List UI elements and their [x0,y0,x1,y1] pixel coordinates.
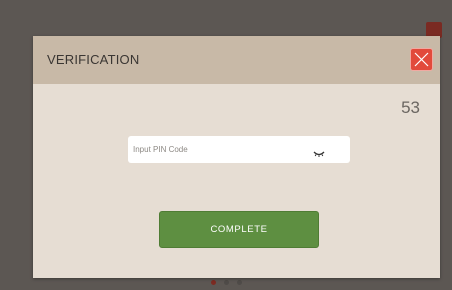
toggle-visibility-button[interactable] [312,144,326,157]
carousel-dots [0,280,452,288]
dialog-header: VERIFICATION [33,36,440,84]
carousel-dot [236,280,242,285]
app-screen: VERIFICATION 53 COMPLETE [0,0,452,290]
carousel-dot [210,280,216,285]
dialog-title: VERIFICATION [47,52,140,67]
pin-field[interactable] [128,136,350,163]
close-icon [414,52,429,67]
verification-dialog: VERIFICATION 53 COMPLETE [33,36,440,278]
complete-button[interactable]: COMPLETE [159,211,319,248]
pin-input[interactable] [133,136,303,163]
carousel-dot [223,280,229,285]
countdown-timer: 53 [401,98,420,117]
eye-closed-icon [313,151,325,157]
close-button[interactable] [410,48,433,71]
background-logo [24,20,74,34]
